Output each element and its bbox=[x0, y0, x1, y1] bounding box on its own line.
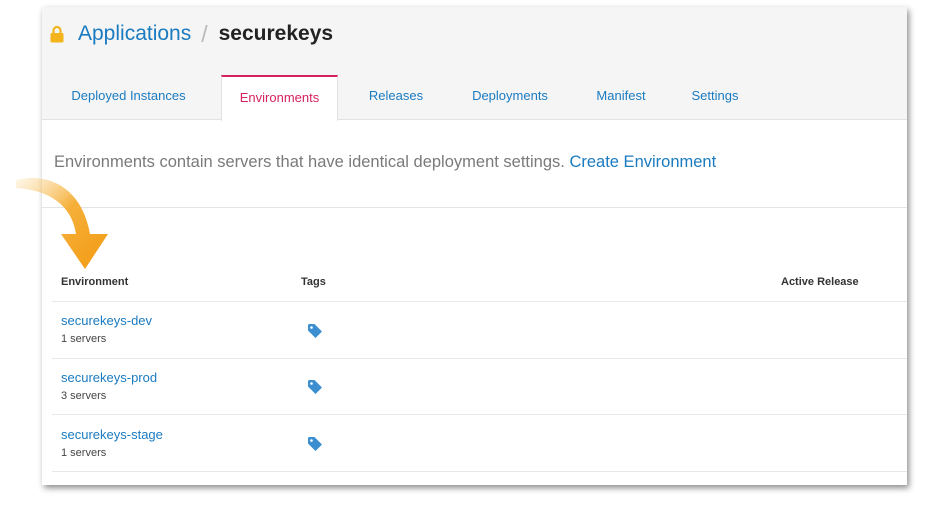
tab-deployments[interactable]: Deployments bbox=[452, 75, 568, 119]
breadcrumb-applications-link[interactable]: Applications bbox=[78, 22, 191, 46]
server-count: 3 servers bbox=[61, 390, 107, 402]
column-header-tags: Tags bbox=[301, 276, 326, 288]
table-divider bbox=[52, 301, 907, 302]
breadcrumb-separator: / bbox=[201, 20, 208, 47]
tag-icon[interactable] bbox=[307, 323, 323, 339]
page-title: securekeys bbox=[218, 22, 334, 45]
tab-releases[interactable]: Releases bbox=[350, 75, 442, 119]
tab-deployed-instances[interactable]: Deployed Instances bbox=[42, 75, 215, 119]
app-panel: Applications / securekeys Deployed Insta… bbox=[42, 7, 907, 485]
tab-bar: Deployed Instances Environments Releases… bbox=[42, 75, 907, 121]
table-divider bbox=[52, 414, 907, 415]
lock-icon bbox=[50, 25, 64, 43]
environment-link-prod[interactable]: securekeys-prod bbox=[61, 370, 157, 385]
divider bbox=[42, 207, 907, 208]
tab-manifest[interactable]: Manifest bbox=[580, 75, 662, 119]
tag-icon[interactable] bbox=[307, 436, 323, 452]
create-environment-link[interactable]: Create Environment bbox=[569, 153, 716, 171]
tag-icon[interactable] bbox=[307, 379, 323, 395]
intro-description: Environments contain servers that have i… bbox=[54, 153, 565, 171]
intro-text: Environments contain servers that have i… bbox=[54, 153, 716, 172]
table-divider bbox=[52, 358, 907, 359]
server-count: 1 servers bbox=[61, 333, 107, 345]
environment-link-stage[interactable]: securekeys-stage bbox=[61, 427, 163, 442]
server-count: 1 servers bbox=[61, 447, 107, 459]
environment-link-dev[interactable]: securekeys-dev bbox=[61, 313, 152, 328]
table-divider bbox=[52, 471, 907, 472]
page-header: Applications / securekeys Deployed Insta… bbox=[42, 7, 907, 121]
column-header-active-release: Active Release bbox=[781, 276, 859, 288]
breadcrumb: Applications / securekeys bbox=[50, 19, 333, 49]
tab-environments[interactable]: Environments bbox=[221, 75, 338, 121]
curved-arrow-icon bbox=[16, 178, 108, 269]
tab-settings[interactable]: Settings bbox=[674, 75, 756, 119]
